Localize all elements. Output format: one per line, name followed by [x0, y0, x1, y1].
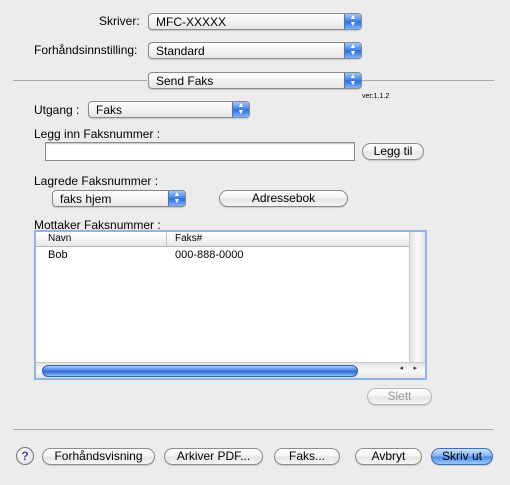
- footer-separator: [13, 429, 493, 430]
- preset-value: Standard: [156, 44, 205, 58]
- scroll-right-icon[interactable]: ▸: [413, 364, 417, 372]
- stored-value: faks hjem: [60, 192, 112, 206]
- print-button[interactable]: Skriv ut: [431, 448, 493, 465]
- popup-arrows-icon: ▲ ▼: [344, 14, 361, 29]
- row-fax: 000-888-0000: [175, 249, 244, 261]
- popup-arrows-icon: ▲ ▼: [344, 73, 361, 88]
- popup-arrows-icon: ▲ ▼: [168, 191, 185, 206]
- fax-entry-label: Legg inn Faksnummer :: [34, 127, 161, 141]
- popup-arrows-icon: ▲ ▼: [344, 43, 361, 58]
- vertical-scrollbar[interactable]: [409, 232, 425, 363]
- printer-label: Skriver:: [99, 14, 140, 28]
- table-header: Navn Faks#: [36, 232, 425, 247]
- stored-label: Lagrede Faksnummer :: [34, 174, 159, 188]
- scroll-thumb[interactable]: [42, 365, 358, 377]
- printer-value: MFC-XXXXX: [156, 15, 227, 29]
- address-book-button[interactable]: Adressebok: [219, 190, 348, 207]
- horizontal-scrollbar[interactable]: ◂ ▸: [36, 362, 425, 378]
- output-label: Utgang :: [34, 103, 80, 117]
- printer-popup[interactable]: MFC-XXXXX ▲ ▼: [148, 13, 362, 30]
- output-popup[interactable]: Faks ▲ ▼: [88, 101, 250, 118]
- scroll-left-icon[interactable]: ◂: [399, 364, 403, 372]
- add-button[interactable]: Legg til: [362, 143, 424, 160]
- column-divider: [166, 232, 167, 246]
- preset-popup[interactable]: Standard ▲ ▼: [148, 42, 362, 59]
- version-label: ver:1.1.2: [362, 93, 390, 100]
- output-value: Faks: [96, 103, 123, 117]
- separator-right: [362, 80, 494, 81]
- separator-left: [13, 80, 147, 81]
- cancel-button[interactable]: Avbryt: [355, 448, 422, 465]
- row-name: Bob: [48, 249, 68, 261]
- fax-number-input[interactable]: [45, 142, 355, 161]
- column-fax-header[interactable]: Faks#: [175, 233, 202, 244]
- table-row[interactable]: Bob 000-888-0000: [36, 249, 410, 263]
- pane-value: Send Faks: [156, 74, 214, 88]
- preview-button[interactable]: Forhåndsvisning: [42, 448, 155, 465]
- pane-popup[interactable]: Send Faks ▲ ▼: [148, 72, 362, 89]
- fax-button[interactable]: Faks...: [274, 448, 340, 465]
- archive-pdf-button[interactable]: Arkiver PDF...: [164, 448, 263, 465]
- help-icon[interactable]: ?: [16, 447, 34, 465]
- preset-label: Forhåndsinnstilling:: [34, 43, 138, 57]
- delete-button[interactable]: Slett: [367, 388, 432, 405]
- popup-arrows-icon: ▲ ▼: [232, 102, 249, 117]
- stored-popup[interactable]: faks hjem ▲ ▼: [52, 190, 186, 207]
- column-name-header[interactable]: Navn: [48, 233, 71, 244]
- recipients-table[interactable]: Navn Faks# Bob 000-888-0000 ◂ ▸: [34, 230, 427, 380]
